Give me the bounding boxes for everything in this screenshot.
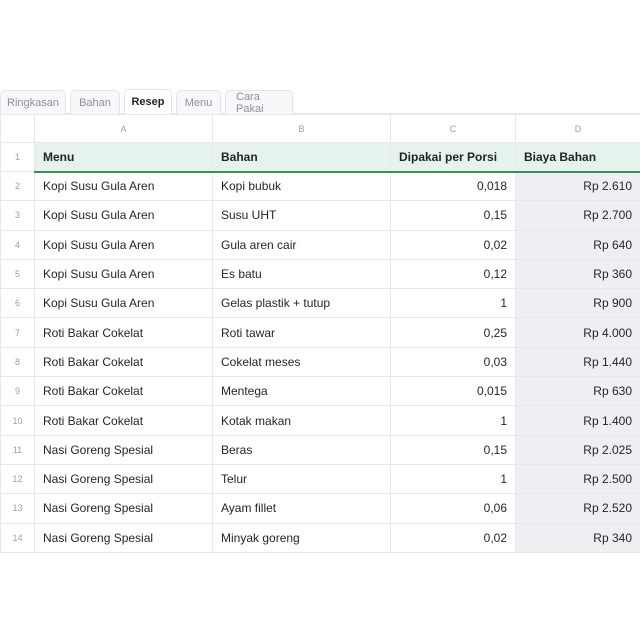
- cell-menu[interactable]: Roti Bakar Cokelat: [34, 405, 213, 436]
- cell-menu[interactable]: Kopi Susu Gula Aren: [34, 170, 213, 202]
- top-blank-area: [0, 0, 640, 89]
- cell-menu[interactable]: Kopi Susu Gula Aren: [34, 229, 213, 260]
- cell-dipakai-per-porsi[interactable]: 0,06: [390, 493, 516, 524]
- cell-bahan[interactable]: Kopi bubuk: [212, 170, 391, 202]
- row-number[interactable]: 14: [0, 522, 35, 553]
- cell-bahan[interactable]: Minyak goreng: [212, 522, 391, 553]
- row-number[interactable]: 12: [0, 463, 35, 495]
- cell-dipakai-per-porsi[interactable]: 1: [390, 288, 516, 319]
- cell-dipakai-per-porsi[interactable]: 0,03: [390, 346, 516, 378]
- table-row: 13 Nasi Goreng Spesial Ayam fillet 0,06 Rp 2…: [0, 493, 640, 524]
- row-number[interactable]: 3: [0, 200, 35, 231]
- row-number[interactable]: 7: [0, 317, 35, 348]
- cell-biaya-bahan[interactable]: Rp 340: [515, 522, 640, 553]
- cell-bahan[interactable]: Gula aren cair: [212, 229, 391, 260]
- header-cell-bahan[interactable]: Bahan: [212, 142, 391, 173]
- cell-dipakai-per-porsi[interactable]: 0,015: [390, 376, 516, 407]
- cell-biaya-bahan[interactable]: Rp 4.000: [515, 317, 640, 348]
- row-number[interactable]: 5: [0, 258, 35, 290]
- table-row: 2 Kopi Susu Gula Aren Kopi bubuk 0,018 Rp 2.…: [0, 170, 640, 202]
- cell-menu[interactable]: Roti Bakar Cokelat: [34, 317, 213, 348]
- column-header-c[interactable]: C: [390, 114, 516, 143]
- cell-biaya-bahan[interactable]: Rp 640: [515, 229, 640, 260]
- cell-bahan[interactable]: Cokelat meses: [212, 346, 391, 378]
- tab-resep[interactable]: Resep: [124, 89, 172, 114]
- tab-bahan[interactable]: Bahan: [70, 90, 120, 114]
- table-header-row: 1 Menu Bahan Dipakai per Porsi Biaya Bah…: [0, 142, 640, 173]
- cell-menu[interactable]: Roti Bakar Cokelat: [34, 346, 213, 378]
- cell-biaya-bahan[interactable]: Rp 1.440: [515, 346, 640, 378]
- column-header-a[interactable]: A: [34, 114, 213, 143]
- table-row: 14 Nasi Goreng Spesial Minyak goreng 0,02 Rp…: [0, 522, 640, 553]
- cell-menu[interactable]: Nasi Goreng Spesial: [34, 434, 213, 465]
- sheet-tabs: Ringkasan Bahan Resep Menu Cara Pakai: [0, 89, 640, 115]
- cell-bahan[interactable]: Gelas plastik + tutup: [212, 288, 391, 319]
- table-row: 10 Roti Bakar Cokelat Kotak makan 1 Rp 1.400: [0, 405, 640, 436]
- table-row: 3 Kopi Susu Gula Aren Susu UHT 0,15 Rp 2.700: [0, 200, 640, 231]
- cell-biaya-bahan[interactable]: Rp 900: [515, 288, 640, 319]
- header-cell-menu[interactable]: Menu: [34, 142, 213, 173]
- cell-bahan[interactable]: Roti tawar: [212, 317, 391, 348]
- cell-menu[interactable]: Nasi Goreng Spesial: [34, 493, 213, 524]
- cell-menu[interactable]: Kopi Susu Gula Aren: [34, 288, 213, 319]
- table-row: 9 Roti Bakar Cokelat Mentega 0,015 Rp 630: [0, 376, 640, 407]
- row-number[interactable]: 1: [0, 142, 35, 172]
- cell-dipakai-per-porsi[interactable]: 1: [390, 405, 516, 436]
- cell-dipakai-per-porsi[interactable]: 0,15: [390, 200, 516, 231]
- cell-bahan[interactable]: Ayam fillet: [212, 493, 391, 524]
- cell-biaya-bahan[interactable]: Rp 2.500: [515, 463, 640, 495]
- tab-cara-pakai[interactable]: Cara Pakai: [225, 90, 293, 115]
- row-number[interactable]: 9: [0, 376, 35, 407]
- cell-dipakai-per-porsi[interactable]: 1: [390, 463, 516, 495]
- cell-dipakai-per-porsi[interactable]: 0,018: [390, 170, 516, 202]
- cell-menu[interactable]: Kopi Susu Gula Aren: [34, 258, 213, 290]
- header-cell-dipakai-per-porsi[interactable]: Dipakai per Porsi: [390, 142, 516, 173]
- table-row: 6 Kopi Susu Gula Aren Gelas plastik + tutu…: [0, 288, 640, 319]
- table-row: 5 Kopi Susu Gula Aren Es batu 0,12 Rp 360: [0, 258, 640, 290]
- tab-menu[interactable]: Menu: [176, 90, 221, 114]
- cell-dipakai-per-porsi[interactable]: 0,12: [390, 258, 516, 290]
- cell-dipakai-per-porsi[interactable]: 0,02: [390, 522, 516, 553]
- row-number[interactable]: 13: [0, 493, 35, 524]
- cell-menu[interactable]: Nasi Goreng Spesial: [34, 522, 213, 553]
- cell-biaya-bahan[interactable]: Rp 1.400: [515, 405, 640, 436]
- tab-ringkasan[interactable]: Ringkasan: [0, 90, 66, 114]
- row-number[interactable]: 10: [0, 405, 35, 436]
- cell-bahan[interactable]: Kotak makan: [212, 405, 391, 436]
- cell-bahan[interactable]: Beras: [212, 434, 391, 465]
- table-row: 4 Kopi Susu Gula Aren Gula aren cair 0,02 Rp…: [0, 229, 640, 260]
- cell-biaya-bahan[interactable]: Rp 2.025: [515, 434, 640, 465]
- cell-biaya-bahan[interactable]: Rp 360: [515, 258, 640, 290]
- cell-biaya-bahan[interactable]: Rp 2.520: [515, 493, 640, 524]
- column-header-row: A B C D: [0, 114, 640, 143]
- header-cell-biaya-bahan[interactable]: Biaya Bahan: [515, 142, 640, 173]
- table-row: 12 Nasi Goreng Spesial Telur 1 Rp 2.500: [0, 463, 640, 495]
- cell-bahan[interactable]: Susu UHT: [212, 200, 391, 231]
- cell-menu[interactable]: Nasi Goreng Spesial: [34, 463, 213, 495]
- table-row: 7 Roti Bakar Cokelat Roti tawar 0,25 Rp 4.00…: [0, 317, 640, 348]
- cell-dipakai-per-porsi[interactable]: 0,02: [390, 229, 516, 260]
- column-header-b[interactable]: B: [212, 114, 391, 143]
- row-number[interactable]: 11: [0, 434, 35, 465]
- row-number[interactable]: 6: [0, 288, 35, 319]
- cell-biaya-bahan[interactable]: Rp 2.700: [515, 200, 640, 231]
- cell-dipakai-per-porsi[interactable]: 0,15: [390, 434, 516, 465]
- column-header-d[interactable]: D: [515, 114, 640, 143]
- row-number[interactable]: 2: [0, 170, 35, 202]
- cell-menu[interactable]: Roti Bakar Cokelat: [34, 376, 213, 407]
- cell-biaya-bahan[interactable]: Rp 630: [515, 376, 640, 407]
- row-number[interactable]: 4: [0, 229, 35, 260]
- cell-menu[interactable]: Kopi Susu Gula Aren: [34, 200, 213, 231]
- spreadsheet-grid: A B C D 1 Menu Bahan Dipakai per Porsi B…: [0, 114, 640, 553]
- cell-bahan[interactable]: Telur: [212, 463, 391, 495]
- cell-dipakai-per-porsi[interactable]: 0,25: [390, 317, 516, 348]
- row-number[interactable]: 8: [0, 346, 35, 378]
- cell-biaya-bahan[interactable]: Rp 2.610: [515, 170, 640, 202]
- cell-bahan[interactable]: Es batu: [212, 258, 391, 290]
- cell-bahan[interactable]: Mentega: [212, 376, 391, 407]
- table-row: 8 Roti Bakar Cokelat Cokelat meses 0,03 Rp 1…: [0, 346, 640, 378]
- select-all-corner[interactable]: [0, 114, 35, 143]
- table-row: 11 Nasi Goreng Spesial Beras 0,15 Rp 2.025: [0, 434, 640, 465]
